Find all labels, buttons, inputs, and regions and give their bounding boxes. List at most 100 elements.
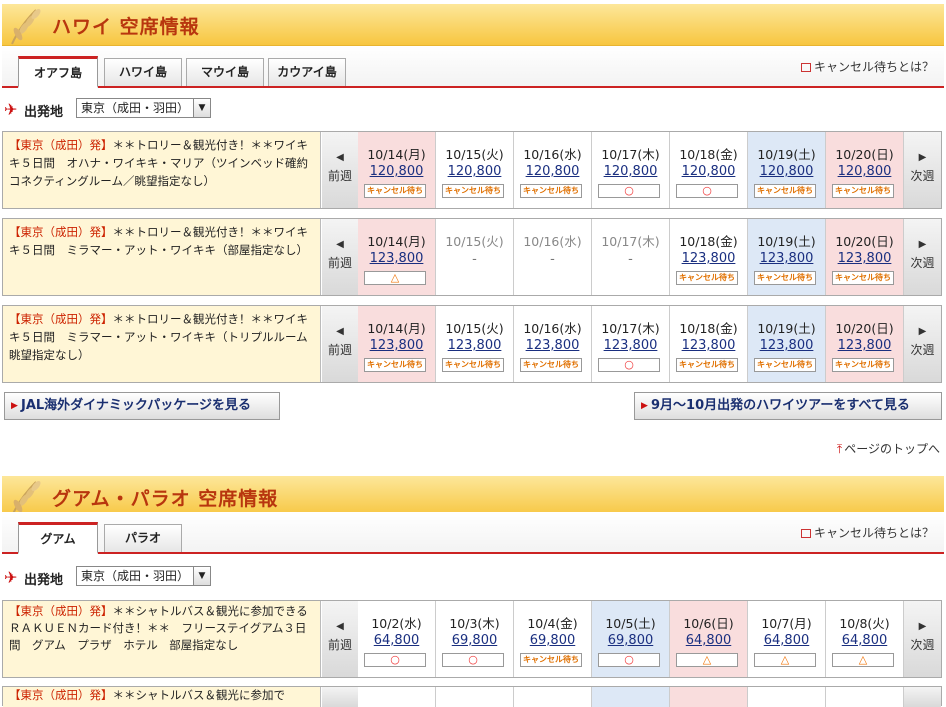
next-week-button[interactable]: ▶ 次週 [904, 306, 941, 382]
next-week-button[interactable]: ▶ 次週 [904, 132, 941, 208]
day-cell[interactable]: 10/15(火) 123,800 キャンセル待ち [436, 306, 514, 382]
day-cell: 10/17(木) - [592, 219, 670, 295]
day-cell [592, 687, 670, 707]
day-cell[interactable]: 10/16(水) 123,800 キャンセル待ち [514, 306, 592, 382]
day-cell[interactable]: 10/19(土) 123,800 キャンセル待ち [748, 219, 826, 295]
tab-guam[interactable]: グアム [18, 522, 98, 554]
day-price[interactable]: 64,800 [670, 633, 747, 648]
prev-week-button[interactable]: ◀ 前週 [322, 219, 358, 295]
day-price[interactable]: 64,800 [826, 633, 903, 648]
day-price[interactable]: 64,800 [748, 633, 825, 648]
day-cell[interactable]: 10/7(月) 64,800 △ [748, 601, 826, 677]
cancel-wait-link[interactable]: キャンセル待ちとは？ [800, 58, 934, 75]
day-price[interactable]: 123,800 [358, 338, 435, 353]
prev-week-button[interactable]: ◀ 前週 [322, 132, 358, 208]
day-cell[interactable]: 10/5(土) 69,800 ○ [592, 601, 670, 677]
day-price[interactable]: 120,800 [514, 164, 591, 179]
tour-description[interactable]: 【東京（成田）発】＊＊シャトルバス＆観光に参加で [3, 687, 321, 707]
day-price[interactable]: 69,800 [592, 633, 669, 648]
day-cell[interactable]: 10/19(土) 120,800 キャンセル待ち [748, 132, 826, 208]
prev-week-button[interactable]: ◀ 前週 [322, 601, 358, 677]
origin-select[interactable]: 東京（成田・羽田） ▼ [76, 566, 211, 586]
day-cell[interactable]: 10/20(日) 120,800 キャンセル待ち [826, 132, 904, 208]
arrow-up-icon: ⤒ [836, 442, 843, 456]
all-hawaii-tours-button[interactable]: ▶ 9月～10月出発のハワイツアーをすべて見る [634, 392, 942, 420]
day-cell[interactable]: 10/3(木) 69,800 ○ [436, 601, 514, 677]
day-price[interactable]: 64,800 [358, 633, 435, 648]
cancel-wait-link[interactable]: キャンセル待ちとは？ [800, 524, 934, 541]
day-price[interactable]: 120,800 [670, 164, 747, 179]
next-week-button[interactable]: ▶ 次週 [904, 601, 941, 677]
status-badge: キャンセル待ち [676, 358, 738, 372]
day-cell[interactable]: 10/18(金) 120,800 ○ [670, 132, 748, 208]
day-price[interactable]: 123,800 [436, 338, 513, 353]
prev-week-label: 前週 [327, 343, 352, 357]
prev-week-button[interactable] [322, 687, 358, 707]
day-cell[interactable]: 10/20(日) 123,800 キャンセル待ち [826, 219, 904, 295]
day-price[interactable]: 120,800 [592, 164, 669, 179]
origin-select[interactable]: 東京（成田・羽田） ▼ [76, 98, 211, 118]
tour-description[interactable]: 【東京（成田）発】＊＊トロリー＆観光付き！＊＊ワイキキ５日間 ミラマー・アット・… [3, 306, 321, 382]
status-badge: キャンセル待ち [754, 271, 816, 285]
day-cell[interactable]: 10/6(日) 64,800 △ [670, 601, 748, 677]
day-price[interactable]: 123,800 [358, 251, 435, 266]
day-cell [826, 687, 904, 707]
day-price[interactable]: 123,800 [670, 251, 747, 266]
status-badge: キャンセル待ち [832, 184, 894, 198]
tour-description[interactable]: 【東京（成田）発】＊＊トロリー＆観光付き！＊＊ワイキキ５日間 オハナ・ワイキキ・… [3, 132, 321, 208]
day-date: 10/8(火) [839, 616, 890, 631]
prev-week-label: 前週 [327, 169, 352, 183]
jal-dynamic-package-button[interactable]: ▶ JAL海外ダイナミックパッケージを見る [4, 392, 280, 420]
page-top-link[interactable]: ⤒ ページのトップへ [837, 440, 940, 457]
day-price[interactable]: 123,800 [592, 338, 669, 353]
day-cell[interactable]: 10/17(木) 120,800 ○ [592, 132, 670, 208]
day-cell[interactable]: 10/18(金) 123,800 キャンセル待ち [670, 219, 748, 295]
tab-palau[interactable]: パラオ [104, 524, 182, 552]
next-week-button[interactable]: ▶ 次週 [904, 219, 941, 295]
tab-maui[interactable]: マウイ島 [186, 58, 264, 86]
cancel-wait-link-label: キャンセル待ちとは？ [813, 526, 934, 540]
tab-kauai[interactable]: カウアイ島 [268, 58, 346, 86]
tour-description[interactable]: 【東京（成田）発】＊＊シャトルバス＆観光に参加できるＲＡＫＵＥＮカード付き！＊＊… [3, 601, 321, 677]
day-cell[interactable]: 10/19(土) 123,800 キャンセル待ち [748, 306, 826, 382]
status-badge: キャンセル待ち [832, 358, 894, 372]
day-cell[interactable]: 10/14(月) 120,800 キャンセル待ち [358, 132, 436, 208]
status-badge: キャンセル待ち [442, 358, 504, 372]
day-price[interactable]: 120,800 [358, 164, 435, 179]
day-price[interactable]: 123,800 [514, 338, 591, 353]
day-cell[interactable]: 10/17(木) 123,800 ○ [592, 306, 670, 382]
next-week-button[interactable] [904, 687, 941, 707]
day-price[interactable]: 69,800 [436, 633, 513, 648]
day-price[interactable]: 120,800 [748, 164, 825, 179]
day-cell[interactable]: 10/20(日) 123,800 キャンセル待ち [826, 306, 904, 382]
day-price[interactable]: 69,800 [514, 633, 591, 648]
day-date: 10/20(日) [835, 234, 894, 249]
triangle-right-icon: ▶ [641, 401, 648, 411]
status-badge: キャンセル待ち [676, 271, 738, 285]
tour-description[interactable]: 【東京（成田）発】＊＊トロリー＆観光付き！＊＊ワイキキ５日間 ミラマー・アット・… [3, 219, 321, 295]
day-cell[interactable]: 10/16(水) 120,800 キャンセル待ち [514, 132, 592, 208]
day-cell[interactable]: 10/14(月) 123,800 △ [358, 219, 436, 295]
day-price[interactable]: 123,800 [826, 338, 903, 353]
tab-oahu[interactable]: オアフ島 [18, 56, 98, 88]
day-price[interactable]: 120,800 [826, 164, 903, 179]
prev-week-button[interactable]: ◀ 前週 [322, 306, 358, 382]
day-price[interactable]: 123,800 [670, 338, 747, 353]
next-week-label: 次週 [910, 169, 935, 183]
day-price[interactable]: 120,800 [436, 164, 513, 179]
day-price[interactable]: 123,800 [748, 338, 825, 353]
tab-hawaii-island[interactable]: ハワイ島 [104, 58, 182, 86]
external-window-icon [800, 63, 811, 72]
day-date: 10/19(土) [757, 321, 816, 336]
day-cell[interactable]: 10/2(水) 64,800 ○ [358, 601, 436, 677]
day-cell[interactable]: 10/4(金) 69,800 キャンセル待ち [514, 601, 592, 677]
day-cell[interactable]: 10/15(火) 120,800 キャンセル待ち [436, 132, 514, 208]
day-cell[interactable]: 10/18(金) 123,800 キャンセル待ち [670, 306, 748, 382]
day-price[interactable]: 123,800 [748, 251, 825, 266]
day-date: 10/20(日) [835, 321, 894, 336]
day-cell[interactable]: 10/14(月) 123,800 キャンセル待ち [358, 306, 436, 382]
day-date: 10/15(火) [445, 321, 504, 336]
day-price[interactable]: 123,800 [826, 251, 903, 266]
status-badge: ○ [598, 358, 660, 372]
day-cell[interactable]: 10/8(火) 64,800 △ [826, 601, 904, 677]
